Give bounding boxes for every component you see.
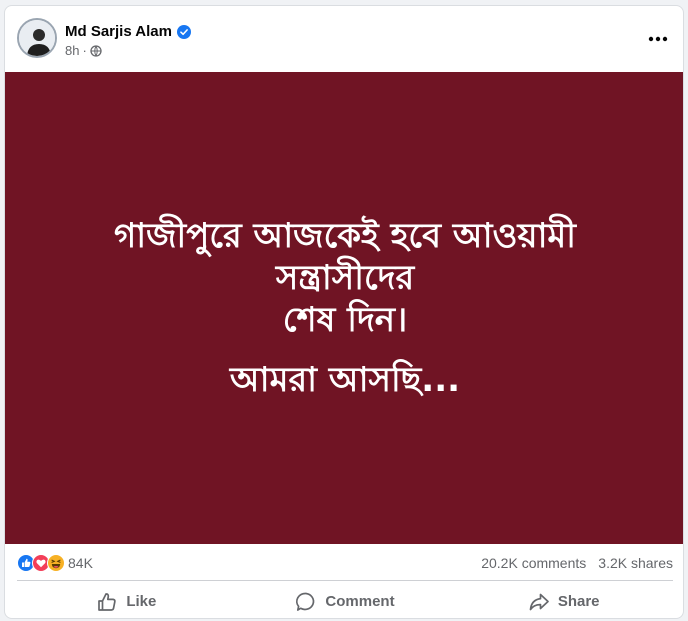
- post-stats: 84K 20.2K comments 3.2K shares: [5, 546, 683, 580]
- author-avatar[interactable]: [17, 18, 57, 58]
- share-label: Share: [557, 593, 600, 610]
- comment-bubble-icon: [296, 592, 315, 611]
- post-meta: 8h ·: [65, 43, 102, 58]
- comment-button[interactable]: Comment: [236, 584, 455, 619]
- verified-badge-icon: [176, 24, 191, 39]
- post-card: Md Sarjis Alam 8h · গাজীপুরে আজকেই হবে আ…: [4, 5, 684, 619]
- like-label: Like: [126, 593, 157, 610]
- reaction-count: 84K: [68, 555, 93, 571]
- reaction-icons: [17, 554, 65, 572]
- image-text-line-3: শেষ দিন।: [282, 300, 408, 340]
- post-header: Md Sarjis Alam 8h ·: [5, 6, 683, 72]
- more-options-button[interactable]: [643, 24, 673, 54]
- post-image[interactable]: গাজীপুরে আজকেই হবে আওয়ামী সন্ত্রাসীদের …: [5, 72, 683, 544]
- image-text-line-4: আমরা আসছি...: [229, 360, 461, 400]
- engagement-counts: 20.2K comments 3.2K shares: [481, 555, 673, 571]
- author-name[interactable]: Md Sarjis Alam: [65, 23, 172, 40]
- post-timestamp[interactable]: 8h: [65, 43, 79, 58]
- public-globe-icon: [90, 44, 102, 57]
- comment-label: Comment: [325, 593, 395, 610]
- thumbs-up-icon: [98, 592, 117, 611]
- post-actions: Like Comment Share: [17, 580, 673, 619]
- image-text-line-1: গাজীপুরে আজকেই হবে আওয়ামী: [113, 216, 577, 256]
- share-arrow-icon: [529, 593, 549, 610]
- image-headline: গাজীপুরে আজকেই হবে আওয়ামী সন্ত্রাসীদের …: [114, 215, 576, 341]
- image-text-line-2: সন্ত্রাসীদের: [275, 258, 415, 298]
- shares-count[interactable]: 3.2K shares: [598, 555, 673, 571]
- more-dots-icon: [648, 36, 668, 42]
- reactions-summary[interactable]: 84K: [17, 554, 93, 572]
- share-button[interactable]: Share: [454, 584, 673, 619]
- comments-count[interactable]: 20.2K comments: [481, 555, 586, 571]
- like-button[interactable]: Like: [17, 584, 236, 619]
- meta-separator: ·: [82, 43, 87, 58]
- haha-reaction-icon: [47, 554, 65, 572]
- author-name-row: Md Sarjis Alam: [65, 23, 191, 40]
